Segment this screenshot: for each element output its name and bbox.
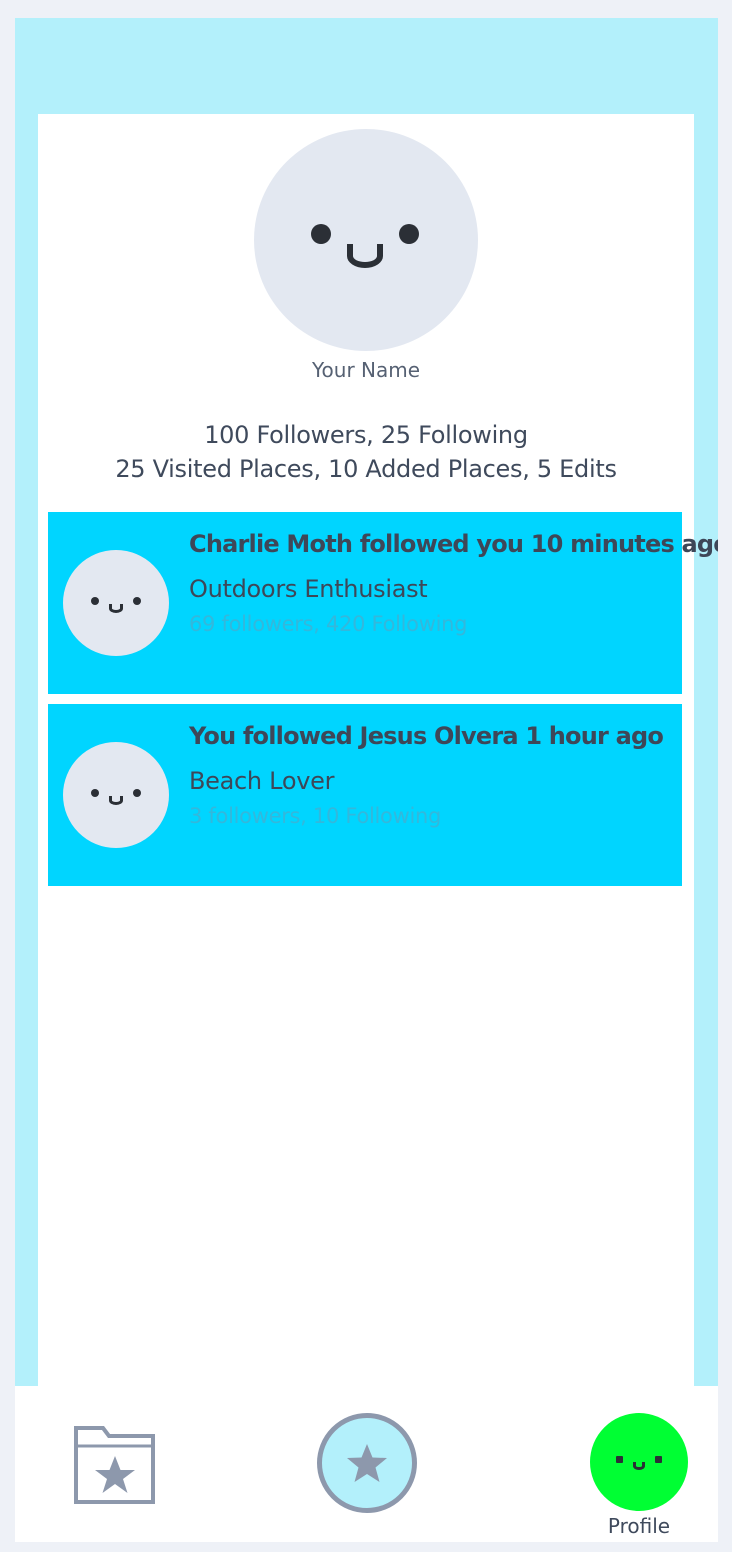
profile-stats: 100 Followers, 25 Following 25 Visited P… <box>38 418 694 486</box>
activity-subtitle: Beach Lover <box>189 767 335 795</box>
avatar <box>63 550 169 656</box>
activity-subtitle: Outdoors Enthusiast <box>189 575 428 603</box>
profile-content: Your Name 100 Followers, 25 Following 25… <box>38 114 718 1386</box>
activity-meta: 69 followers, 420 Following <box>189 612 468 636</box>
activity-card[interactable]: You followed Jesus Olvera 1 hour ago Bea… <box>48 704 682 886</box>
star-icon <box>347 1444 387 1482</box>
activity-card[interactable]: Charlie Moth followed you 10 minutes ago… <box>48 512 718 694</box>
profile-nav-label: Profile <box>607 1514 671 1538</box>
bottom-nav: Profile <box>15 1386 718 1542</box>
profile-avatar[interactable] <box>254 129 478 351</box>
profile-nav-button[interactable] <box>590 1413 688 1511</box>
profile-name: Your Name <box>311 358 421 382</box>
activity-title: Charlie Moth followed you 10 minutes ago <box>189 530 718 558</box>
avatar <box>63 742 169 848</box>
stats-followers: 100 Followers, 25 Following <box>204 421 528 449</box>
stats-places: 25 Visited Places, 10 Added Places, 5 Ed… <box>115 455 617 483</box>
folder-star-icon[interactable] <box>73 1422 157 1506</box>
app-frame: Your Name 100 Followers, 25 Following 25… <box>15 18 718 1542</box>
activity-meta: 3 followers, 10 Following <box>189 804 442 828</box>
activity-title: You followed Jesus Olvera 1 hour ago <box>189 722 664 750</box>
favorites-button[interactable] <box>317 1413 417 1513</box>
